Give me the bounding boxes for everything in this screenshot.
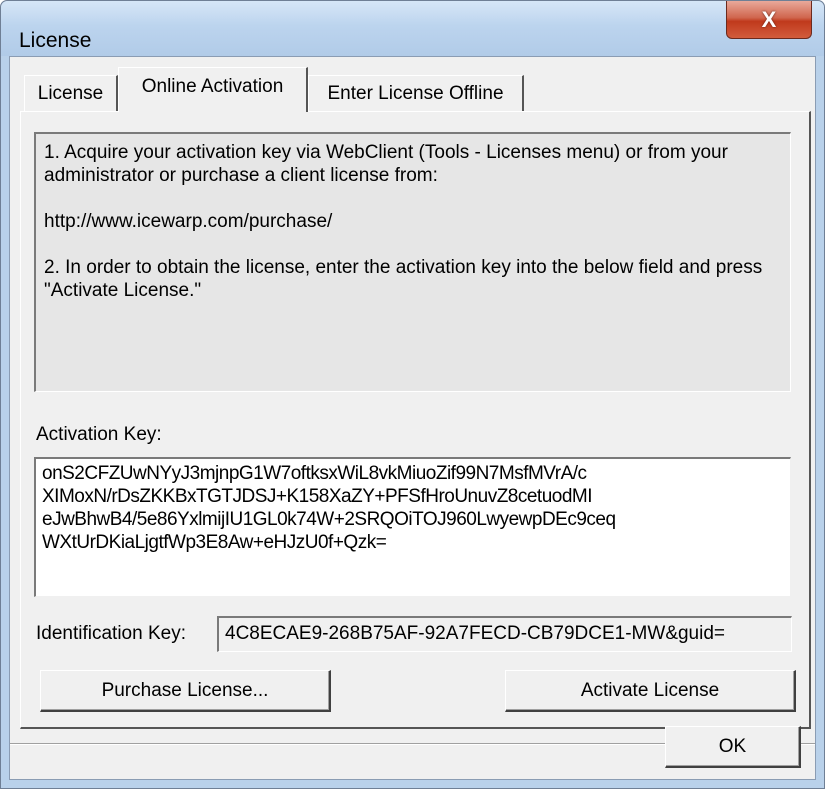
tab-label: Enter License Offline: [327, 82, 504, 104]
activate-license-button[interactable]: Activate License: [505, 670, 796, 712]
purchase-url: http://www.icewarp.com/purchase/: [44, 211, 333, 232]
close-icon: X: [761, 6, 777, 32]
window-title: License: [19, 29, 92, 52]
identification-key-label: Identification Key:: [36, 623, 186, 644]
tab-enter-license-offline[interactable]: Enter License Offline: [308, 75, 524, 111]
online-activation-panel: 1. Acquire your activation key via WebCl…: [20, 111, 811, 729]
tab-online-activation[interactable]: Online Activation: [118, 67, 308, 112]
instructions-box: 1. Acquire your activation key via WebCl…: [34, 132, 791, 392]
activation-key-field[interactable]: onS2CFZUwNYyJ3mjnpG1W7oftksxWiL8vkMiuoZi…: [34, 457, 791, 597]
purchase-license-label: Purchase License...: [101, 679, 269, 701]
ok-label: OK: [718, 735, 747, 757]
ok-button[interactable]: OK: [665, 726, 801, 768]
instruction-step-2: 2. In order to obtain the license, enter…: [44, 257, 763, 301]
purchase-license-button[interactable]: Purchase License...: [40, 670, 331, 712]
dialog-body: License Online Activation Enter License …: [9, 56, 816, 780]
identification-key-field[interactable]: 4C8ECAE9-268B75AF-92A7FECD-CB79DCE1-MW&g…: [217, 616, 792, 652]
close-button[interactable]: X: [726, 1, 812, 39]
instruction-step-1: 1. Acquire your activation key via WebCl…: [44, 142, 728, 186]
activate-license-label: Activate License: [580, 679, 720, 701]
title-bar[interactable]: License X: [1, 1, 824, 56]
tab-license[interactable]: License: [24, 75, 118, 111]
license-window: License X License Online Activation Ente…: [0, 0, 825, 789]
activation-key-label: Activation Key:: [36, 424, 162, 445]
tab-label: License: [37, 82, 104, 104]
tab-label: Online Activation: [141, 76, 284, 97]
